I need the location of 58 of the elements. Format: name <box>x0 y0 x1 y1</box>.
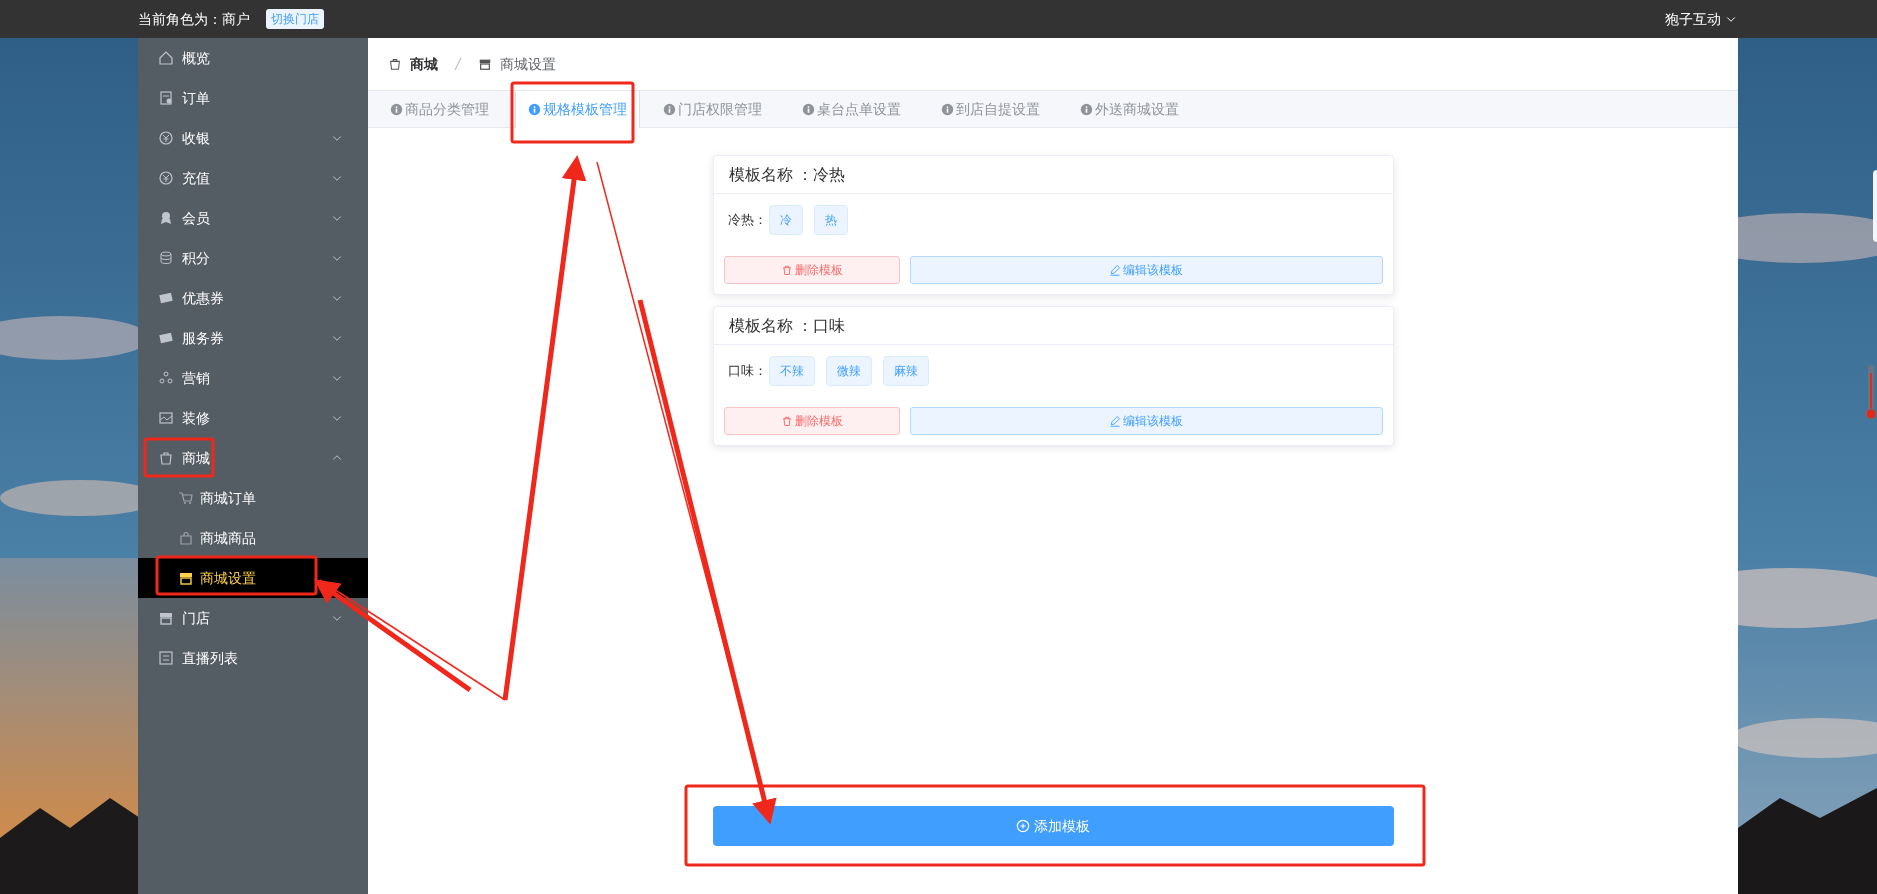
trash-icon <box>780 264 793 276</box>
menu-icon <box>158 130 174 146</box>
breadcrumb-icon <box>478 57 492 71</box>
highlight-box <box>143 437 215 478</box>
menu-icon <box>158 450 174 466</box>
spec-tag: 微辣 <box>825 356 872 386</box>
submenu-item[interactable]: 商城订单 <box>138 478 368 518</box>
spec-label: 冷热： <box>727 211 767 230</box>
breadcrumb-link[interactable]: 商城设置 <box>500 53 556 75</box>
menu-icon <box>158 90 174 106</box>
sidebar-item[interactable]: 收银 <box>138 118 368 158</box>
breadcrumb-link[interactable]: 商城 <box>410 53 438 75</box>
info-icon <box>663 103 676 116</box>
menu-icon <box>158 610 174 626</box>
menu-icon <box>178 570 194 586</box>
info-icon <box>941 103 954 116</box>
side-tab[interactable] <box>1873 170 1877 242</box>
menu-icon <box>158 410 174 426</box>
role-text: 当前角色为：商户 <box>138 9 250 29</box>
sidebar-item[interactable]: 直播列表 <box>138 638 368 678</box>
menu-icon <box>178 530 194 546</box>
info-icon <box>802 103 815 116</box>
sidebar-item[interactable]: 概览 <box>138 38 368 78</box>
sidebar-item[interactable]: 优惠券 <box>138 278 368 318</box>
sidebar-item[interactable]: 营销 <box>138 358 368 398</box>
info-icon <box>390 103 403 116</box>
info-icon <box>1080 103 1093 116</box>
sidebar-item[interactable]: 门店 <box>138 598 368 638</box>
sidebar-item[interactable]: 商城 <box>138 438 368 478</box>
pencil-icon <box>1109 415 1121 427</box>
menu-icon <box>158 370 174 386</box>
spec-tag: 麻辣 <box>882 356 929 386</box>
menu-icon <box>158 170 174 186</box>
pencil-icon <box>1109 264 1121 276</box>
spec-tag: 不辣 <box>768 356 815 386</box>
menu-icon <box>178 490 194 506</box>
sidebar-item[interactable]: 充值 <box>138 158 368 198</box>
spec-tag: 冷 <box>768 205 803 235</box>
sidebar-item[interactable]: 服务券 <box>138 318 368 358</box>
trash-icon <box>780 415 793 427</box>
card-title: 模板名称 ：冷热 <box>713 156 1393 194</box>
menu-icon <box>158 250 174 266</box>
menu-icon <box>158 650 174 666</box>
sidebar-item[interactable]: 订单 <box>138 78 368 118</box>
spec-label: 口味： <box>727 362 767 381</box>
user-menu[interactable]: 狍子互动 <box>1665 8 1737 30</box>
spec-tag: 热 <box>813 205 848 235</box>
submenu-item[interactable]: 商城商品 <box>138 518 368 558</box>
sidebar-item[interactable]: 积分 <box>138 238 368 278</box>
plus-circle-icon <box>1016 819 1030 833</box>
info-icon <box>528 103 541 116</box>
menu-icon <box>158 210 174 226</box>
sidebar-item[interactable]: 装修 <box>138 398 368 438</box>
breadcrumb-icon <box>388 57 402 71</box>
sidebar-item[interactable]: 会员 <box>138 198 368 238</box>
thermometer-icon <box>1865 365 1877 421</box>
card-title: 模板名称 ：口味 <box>713 307 1393 345</box>
menu-icon <box>158 50 174 66</box>
